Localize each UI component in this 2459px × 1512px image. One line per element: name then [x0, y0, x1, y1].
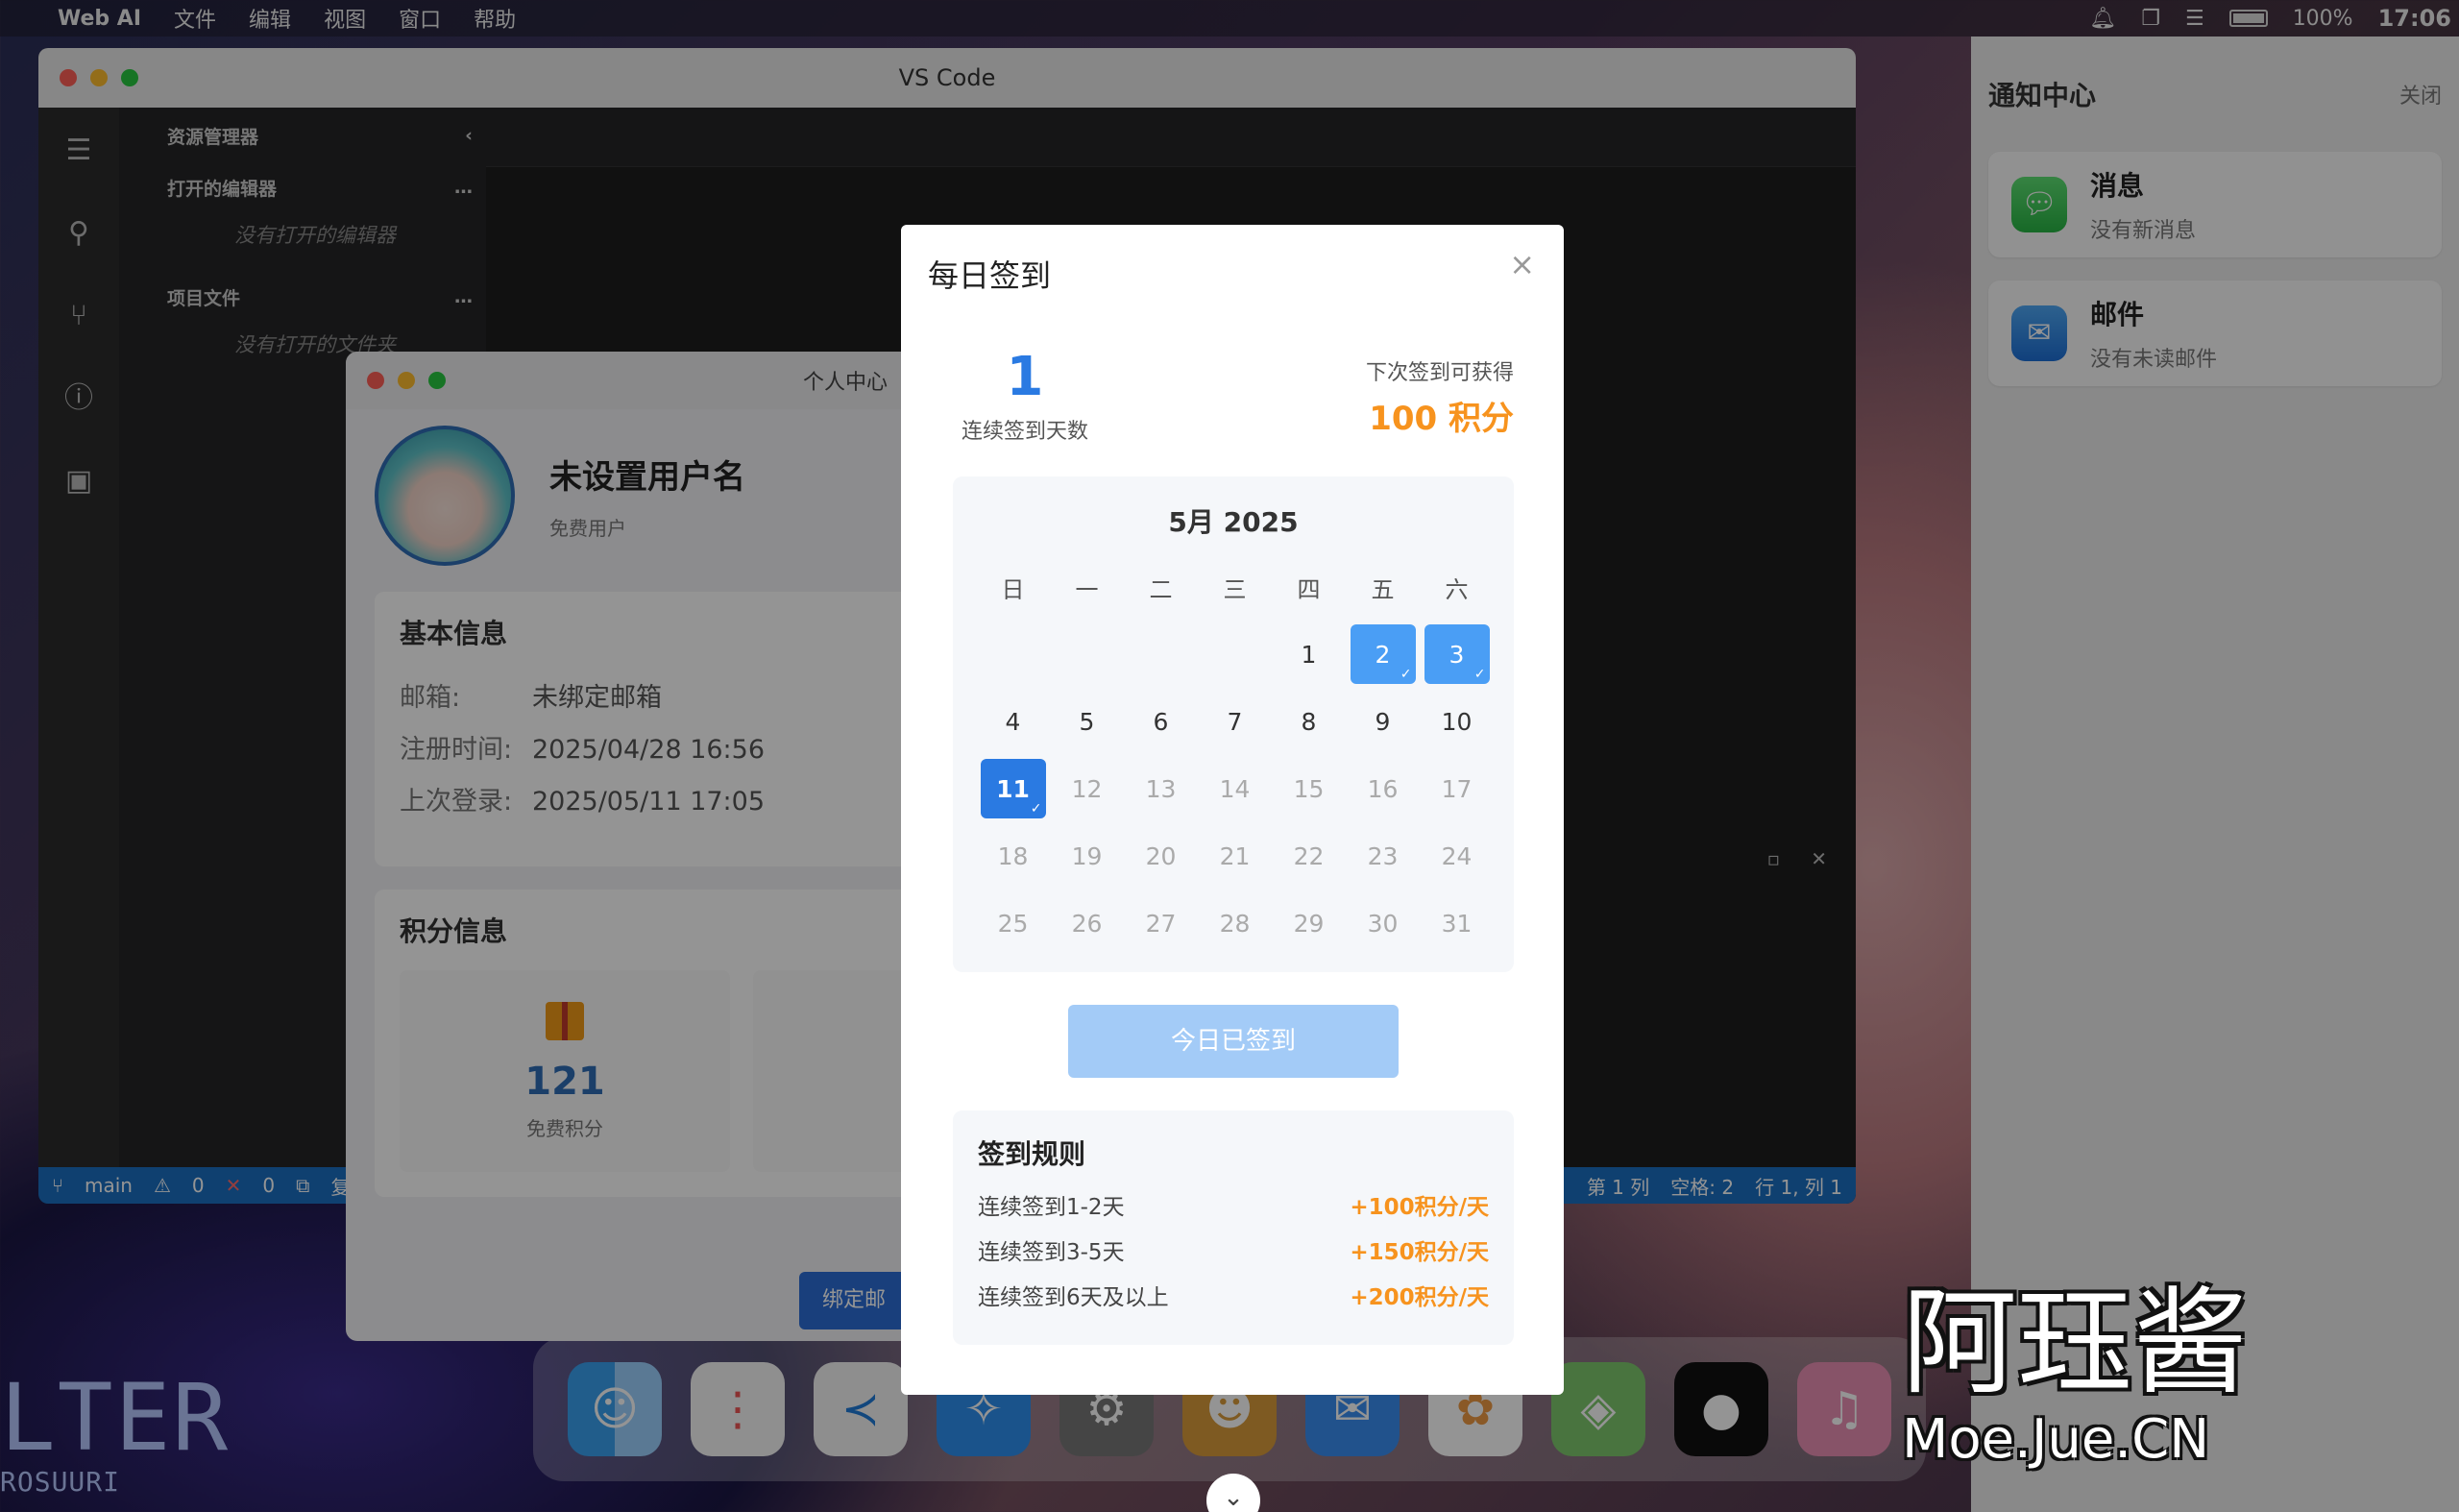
calendar-day: 19: [1071, 841, 1103, 870]
calendar-day: 29: [1293, 909, 1325, 938]
calendar-day: 11 ✓: [976, 755, 1050, 822]
daily-signin-modal: 每日签到 × 1 连续签到天数 下次签到可获得 100 积分 5月 2025 日…: [901, 225, 1564, 1395]
rules-title: 签到规则: [978, 1138, 1086, 1170]
streak-block: 1 连续签到天数: [953, 346, 1097, 445]
weekday-label: 一: [1075, 575, 1099, 603]
watermark-domain: Moe.Jue.CN: [1902, 1408, 2210, 1471]
calendar-day: 21: [1219, 841, 1251, 870]
calendar-blank: [1050, 621, 1124, 688]
signin-rules: 签到规则 连续签到1-2天 +100积分/天 连续签到3-5天 +150积分/天 连…: [953, 1110, 1514, 1345]
calendar-day: 10: [1441, 707, 1473, 736]
watermark-text: 阿珏酱: [1902, 1277, 2248, 1410]
rule-points: +150积分/天: [1350, 1240, 1489, 1265]
calendar-day: 9: [1375, 707, 1391, 736]
next-reward-value: 100 积分: [1369, 400, 1514, 438]
check-icon: ✓: [1030, 801, 1042, 817]
calendar-day: 6: [1153, 707, 1169, 736]
calendar-day-number: 2: [1375, 640, 1391, 669]
calendar-day: 30: [1367, 909, 1399, 938]
watermark: 阿珏酱 Moe.Jue.CN: [1902, 1249, 2248, 1471]
calendar-blank: [1198, 621, 1272, 688]
check-icon: ✓: [1473, 667, 1486, 682]
calendar-grid: 日一二三四五六 1 2 ✓ 3 ✓ 4 5 6 7 8 9 10 11 ✓ 12 13 14 15 16 17 18 19 2…: [976, 553, 1514, 957]
rule-row: 连续签到6天及以上 +200积分/天: [978, 1276, 1489, 1321]
weekday-label: 二: [1149, 575, 1173, 603]
calendar-day: 23: [1367, 841, 1399, 870]
calendar-day-number: 3: [1449, 640, 1465, 669]
calendar-day: 5: [1079, 707, 1095, 736]
calendar-day: 28: [1219, 909, 1251, 938]
calendar-day: 27: [1145, 909, 1177, 938]
calendar-blank: [1124, 621, 1198, 688]
rule-label: 连续签到6天及以上: [978, 1285, 1169, 1310]
rule-label: 连续签到3-5天: [978, 1240, 1125, 1265]
check-icon: ✓: [1400, 667, 1412, 682]
calendar-day: 7: [1227, 707, 1243, 736]
calendar-day: 12: [1071, 774, 1103, 803]
streak-value: 1: [1006, 346, 1044, 408]
calendar-day: 14: [1219, 774, 1251, 803]
calendar-day: 18: [997, 841, 1029, 870]
calendar-month: 5月 2025: [1168, 506, 1299, 538]
calendar-day: 20: [1145, 841, 1177, 870]
calendar-day: 24: [1441, 841, 1473, 870]
rule-row: 连续签到1-2天 +100积分/天: [978, 1185, 1489, 1231]
weekday-label: 四: [1297, 575, 1321, 603]
weekday-label: 六: [1445, 575, 1469, 603]
modal-title: 每日签到: [928, 257, 1052, 294]
weekday-label: 三: [1223, 575, 1247, 603]
calendar-day: 31: [1441, 909, 1473, 938]
rule-points: +100积分/天: [1350, 1195, 1489, 1220]
rule-label: 连续签到1-2天: [978, 1195, 1125, 1220]
calendar-day: 16: [1367, 774, 1399, 803]
calendar-day: 4: [1005, 707, 1021, 736]
calendar-day: 2 ✓: [1346, 621, 1420, 688]
next-reward-block: 下次签到可获得 100 积分: [1366, 355, 1514, 439]
calendar-day-number: 11: [996, 774, 1030, 803]
calendar-day: 22: [1293, 841, 1325, 870]
calendar-day: 1: [1301, 640, 1317, 669]
next-reward-label: 下次签到可获得: [1365, 361, 1514, 385]
calendar: 5月 2025 日一二三四五六 1 2 ✓ 3 ✓ 4 5 6 7 8 9 10 11 ✓ 12 13 14 15 1…: [953, 476, 1514, 972]
calendar-blank: [976, 621, 1050, 688]
calendar-day: 3 ✓: [1420, 621, 1494, 688]
calendar-day: 13: [1145, 774, 1177, 803]
calendar-day: 8: [1301, 707, 1317, 736]
calendar-day: 26: [1071, 909, 1103, 938]
signed-today-button[interactable]: 今日已签到: [1068, 1005, 1399, 1078]
calendar-day: 17: [1441, 774, 1473, 803]
close-icon[interactable]: ×: [1509, 246, 1535, 282]
weekday-label: 五: [1371, 575, 1395, 603]
weekday-label: 日: [1001, 575, 1025, 603]
rule-row: 连续签到3-5天 +150积分/天: [978, 1231, 1489, 1276]
calendar-day: 15: [1293, 774, 1325, 803]
streak-label: 连续签到天数: [961, 420, 1088, 444]
calendar-day: 25: [997, 909, 1029, 938]
rule-points: +200积分/天: [1350, 1285, 1489, 1310]
